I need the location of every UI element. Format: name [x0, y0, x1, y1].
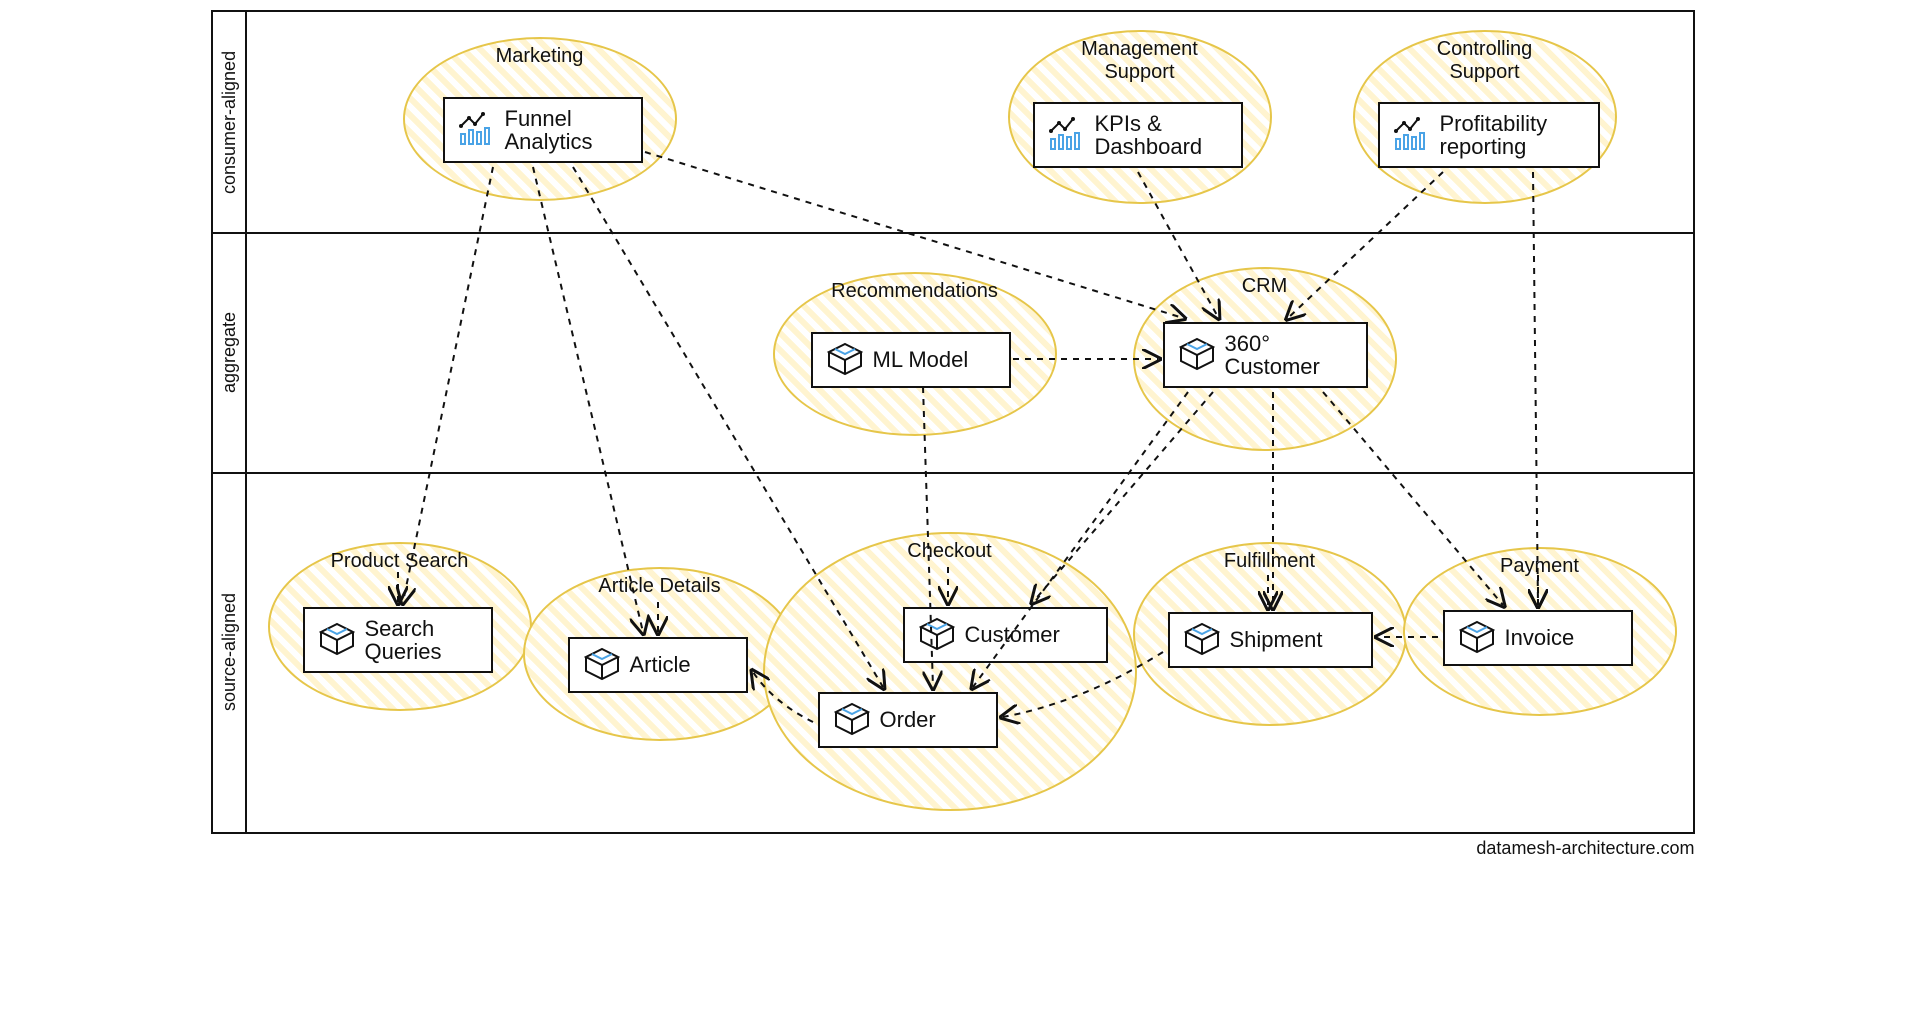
- product-funnel-analytics: Funnel Analytics: [443, 97, 643, 163]
- product-label: Search Queries: [365, 617, 442, 663]
- chart-icon: [1394, 117, 1430, 153]
- domain-label: CRM: [1135, 275, 1395, 298]
- product-invoice: Invoice: [1443, 610, 1633, 666]
- domain-label: Management Support: [1010, 38, 1270, 84]
- product-label: Shipment: [1230, 628, 1323, 651]
- row-label-aggregate: aggregate: [219, 242, 245, 462]
- box-icon: [1179, 337, 1215, 373]
- box-icon: [584, 647, 620, 683]
- product-search-queries: Search Queries: [303, 607, 493, 673]
- product-customer: Customer: [903, 607, 1108, 663]
- product-ml-model: ML Model: [811, 332, 1011, 388]
- domain-label: Controlling Support: [1355, 38, 1615, 84]
- product-label: KPIs & Dashboard: [1095, 112, 1203, 158]
- product-label: Funnel Analytics: [505, 107, 593, 153]
- product-profitability-reporting: Profitability reporting: [1378, 102, 1600, 168]
- box-icon: [1459, 620, 1495, 656]
- domain-checkout: Checkout: [763, 532, 1137, 811]
- domain-label: Marketing: [405, 45, 675, 68]
- box-icon: [1184, 622, 1220, 658]
- product-360-customer: 360° Customer: [1163, 322, 1368, 388]
- diagram-stage: consumer-aligned aggregate source-aligne…: [211, 10, 1695, 834]
- domain-label: Payment: [1405, 555, 1675, 578]
- row-label-source: source-aligned: [219, 482, 245, 822]
- box-icon: [834, 702, 870, 738]
- product-label: Profitability reporting: [1440, 112, 1548, 158]
- product-shipment: Shipment: [1168, 612, 1373, 668]
- box-icon: [319, 622, 355, 658]
- product-label: Invoice: [1505, 626, 1575, 649]
- product-kpis-dashboard: KPIs & Dashboard: [1033, 102, 1243, 168]
- domain-label: Product Search: [270, 550, 530, 573]
- product-label: Article: [630, 653, 691, 676]
- box-icon: [919, 617, 955, 653]
- domain-label: Article Details: [525, 575, 795, 598]
- product-article: Article: [568, 637, 748, 693]
- footer-attribution: datamesh-architecture.com: [211, 838, 1695, 859]
- box-icon: [827, 342, 863, 378]
- domain-label: Recommendations: [775, 280, 1055, 303]
- row-label-consumer: consumer-aligned: [219, 22, 245, 222]
- domain-label: Checkout: [765, 540, 1135, 563]
- edge-profit-to-invoice: [1533, 172, 1538, 605]
- product-label: ML Model: [873, 348, 969, 371]
- product-order: Order: [818, 692, 998, 748]
- product-label: Customer: [965, 623, 1060, 646]
- edge-funnel-to-article: [533, 167, 643, 632]
- chart-icon: [459, 112, 495, 148]
- row-aggregate: [213, 232, 1693, 234]
- product-label: Order: [880, 708, 936, 731]
- product-label: 360° Customer: [1225, 332, 1320, 378]
- domain-label: Fulfillment: [1135, 550, 1405, 573]
- chart-icon: [1049, 117, 1085, 153]
- row-source: [213, 472, 1693, 474]
